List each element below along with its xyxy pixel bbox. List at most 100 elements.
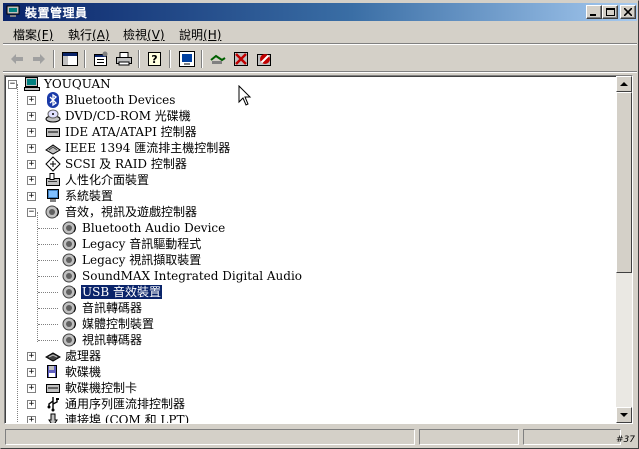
tree-node-ide-controller[interactable]: + IDE ATA/ATAPI 控制器	[27, 124, 198, 140]
processor-icon	[45, 348, 61, 364]
show-console-tree-button[interactable]	[61, 50, 79, 68]
tree-node-bluetooth-devices[interactable]: + Bluetooth Devices	[27, 92, 176, 108]
expand-toggle[interactable]: +	[27, 95, 36, 105]
tree-node-ieee1394[interactable]: + IEEE 1394 匯流排主機控制器	[27, 140, 231, 156]
title-bar[interactable]: 裝置管理員	[3, 3, 637, 21]
tree-node-label: 媒體控制裝置	[82, 317, 155, 331]
tree-node-floppy-controllers[interactable]: + 軟碟機控制卡	[27, 380, 138, 396]
tree-connector	[38, 260, 58, 261]
expand-toggle[interactable]: +	[27, 127, 36, 137]
scan-hardware-button[interactable]	[209, 50, 227, 68]
help-icon: ?	[148, 52, 161, 66]
tree-node-ports[interactable]: + 連接埠 (COM 和 LPT)	[27, 412, 190, 423]
tree-node-label: Bluetooth Audio Device	[82, 221, 226, 235]
tree-node-label: 視訊轉碼器	[82, 333, 143, 347]
menu-file[interactable]: 檔案(F)	[13, 26, 53, 43]
expand-toggle[interactable]: +	[27, 383, 36, 393]
status-pane-3	[523, 429, 621, 445]
maximize-button[interactable]	[602, 5, 618, 19]
down-arrow-icon	[620, 412, 628, 417]
tree-node-label: SCSI 及 RAID 控制器	[65, 157, 187, 171]
expand-toggle[interactable]: +	[27, 399, 36, 409]
menu-help[interactable]: 說明(H)	[179, 26, 221, 43]
scroll-up-button[interactable]	[616, 76, 632, 92]
computer-icon	[24, 76, 40, 92]
minimize-icon	[590, 14, 596, 16]
expand-toggle[interactable]: +	[27, 351, 36, 361]
size-grip-label[interactable]: #37	[616, 435, 635, 445]
status-bar: #37	[3, 427, 637, 447]
device-manager-app-icon	[6, 5, 20, 17]
computer-monitor-button[interactable]	[178, 50, 196, 68]
close-button[interactable]	[620, 5, 636, 19]
collapse-toggle[interactable]: −	[27, 207, 36, 217]
tree-node-sound-video-game[interactable]: − 音效，視訊及遊戲控制器	[27, 204, 198, 220]
scroll-thumb[interactable]	[616, 92, 632, 273]
tree-node-usb-controllers[interactable]: + 通用序列匯流排控制器	[27, 396, 186, 412]
expand-toggle[interactable]: +	[27, 159, 36, 169]
tree-node-label: Legacy 音訊驅動程式	[82, 237, 202, 251]
help-button[interactable]: ?	[146, 50, 164, 68]
tree-node-scsi-raid[interactable]: + SCSI 及 RAID 控制器	[27, 156, 188, 172]
maximize-icon	[605, 7, 615, 16]
floppy-drive-icon	[45, 364, 61, 380]
tree-child-legacy-video-capture[interactable]: Legacy 視訊擷取裝置	[62, 252, 202, 268]
expand-toggle[interactable]: +	[27, 111, 36, 121]
expand-toggle[interactable]: +	[27, 143, 36, 153]
uninstall-button[interactable]	[232, 50, 250, 68]
window-title: 裝置管理員	[25, 6, 88, 20]
expand-toggle[interactable]: +	[27, 191, 36, 201]
scsi-icon	[45, 156, 61, 172]
menu-view[interactable]: 檢視(V)	[123, 26, 165, 43]
bluetooth-icon	[45, 92, 61, 108]
tree-node-system-devices[interactable]: + 系統裝置	[27, 188, 114, 204]
forward-button[interactable]	[30, 50, 48, 68]
tree-child-legacy-audio-driver[interactable]: Legacy 音訊驅動程式	[62, 236, 202, 252]
collapse-toggle[interactable]: −	[8, 79, 17, 89]
tree-node-dvd-cdrom[interactable]: + DVD/CD-ROM 光碟機	[27, 108, 192, 124]
device-tree[interactable]: − YOUQUAN + Bluetooth Devices + DVD/CD-R…	[4, 75, 633, 424]
minimize-button[interactable]	[586, 5, 602, 19]
tree-child-soundmax[interactable]: SoundMAX Integrated Digital Audio	[62, 268, 303, 284]
tree-node-label: Bluetooth Devices	[65, 93, 176, 107]
tree-connector	[38, 228, 58, 229]
forward-arrow-icon	[33, 54, 45, 64]
expand-toggle[interactable]: +	[27, 415, 36, 423]
tree-child-audio-codec[interactable]: 音訊轉碼器	[62, 300, 143, 316]
tree-connector	[38, 340, 58, 341]
expand-toggle[interactable]: +	[27, 175, 36, 185]
toolbar-separator	[138, 50, 140, 68]
scroll-down-button[interactable]	[616, 407, 632, 423]
tree-child-usb-audio-selected[interactable]: USB 音效裝置	[62, 284, 163, 300]
tree-node-label: 處理器	[65, 349, 102, 363]
usb-icon	[45, 396, 61, 412]
menu-help-label: 說明	[179, 28, 204, 42]
tree-node-processors[interactable]: + 處理器	[27, 348, 102, 364]
cdrom-icon	[45, 108, 61, 124]
tree-connector	[38, 244, 58, 245]
tree-child-video-codec[interactable]: 視訊轉碼器	[62, 332, 143, 348]
tree-node-label: IDE ATA/ATAPI 控制器	[65, 125, 197, 139]
tree-root-youquan[interactable]: − YOUQUAN	[8, 76, 112, 92]
disable-button[interactable]	[255, 50, 273, 68]
tree-node-floppy-drives[interactable]: + 軟碟機	[27, 364, 102, 380]
tree-child-media-control[interactable]: 媒體控制裝置	[62, 316, 155, 332]
properties-button[interactable]	[92, 50, 110, 68]
back-button[interactable]	[8, 50, 26, 68]
tree-connector	[37, 212, 38, 342]
tree-child-bluetooth-audio[interactable]: Bluetooth Audio Device	[62, 220, 226, 236]
menu-view-label: 檢視	[123, 28, 148, 42]
tree-connector	[17, 84, 18, 423]
tree-node-hid[interactable]: + 人性化介面裝置	[27, 172, 150, 188]
print-button[interactable]	[115, 50, 133, 68]
floppy-controller-icon	[45, 380, 61, 396]
expand-toggle[interactable]: +	[27, 367, 36, 377]
tree-connector	[38, 324, 58, 325]
port-icon	[45, 412, 61, 423]
menu-action[interactable]: 執行(A)	[68, 26, 110, 43]
vertical-scrollbar[interactable]	[616, 76, 632, 423]
menu-bar: 檔案(F) 執行(A) 檢視(V) 說明(H)	[3, 23, 637, 44]
sound-icon	[45, 204, 61, 220]
sound-icon	[62, 252, 78, 268]
menu-action-label: 執行	[68, 28, 93, 42]
